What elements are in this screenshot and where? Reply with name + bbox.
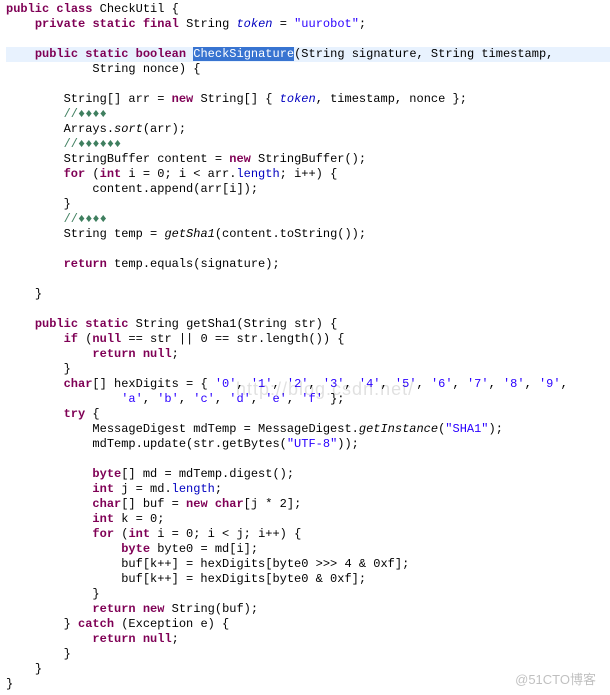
code-block: public class CheckUtil { private static … [0,0,610,692]
code-line: //♦♦♦♦♦♦ [6,137,121,151]
code-line: Arrays.sort(arr); [6,122,186,136]
code-line: return temp.equals(signature); [6,257,280,271]
code-line: } [6,587,100,601]
code-line: return new String(buf); [6,602,258,616]
code-line: int k = 0; [6,512,164,526]
code-line: MessageDigest mdTemp = MessageDigest.get… [6,422,503,436]
code-line: } [6,677,13,691]
code-line: public static String getSha1(String str)… [6,317,337,331]
code-line: public class CheckUtil { [6,2,179,16]
code-line: } [6,362,71,376]
code-line: byte[] md = mdTemp.digest(); [6,467,294,481]
selected-text: CheckSignature [193,47,294,61]
code-line: try { [6,407,100,421]
code-line: } [6,662,42,676]
code-line: return null; [6,347,179,361]
code-line: int j = md.length; [6,482,222,496]
code-line: String[] arr = new String[] { token, tim… [6,92,467,106]
code-line: } [6,197,71,211]
watermark-csdn: http://blog.csdn.net/ [236,382,414,397]
code-line: return null; [6,632,179,646]
code-line: //♦♦♦♦ [6,212,107,226]
code-line: } catch (Exception e) { [6,617,229,631]
code-line: if (null == str || 0 == str.length()) { [6,332,344,346]
code-line: String nonce) { [6,62,200,76]
highlighted-line: public static boolean CheckSignature(Str… [6,47,610,62]
code-line: String temp = getSha1(content.toString()… [6,227,366,241]
code-line: content.append(arr[i]); [6,182,258,196]
code-line: } [6,647,71,661]
code-line: private static final String token = "uur… [6,17,366,31]
code-line: mdTemp.update(str.getBytes("UTF-8")); [6,437,359,451]
code-line: buf[k++] = hexDigits[byte0 >>> 4 & 0xf]; [6,557,409,571]
code-line: char[] buf = new char[j * 2]; [6,497,301,511]
code-line: for (int i = 0; i < arr.length; i++) { [6,167,337,181]
code-line: } [6,287,42,301]
code-line: buf[k++] = hexDigits[byte0 & 0xf]; [6,572,366,586]
watermark-51cto: @51CTO博客 [515,672,596,687]
code-line: //♦♦♦♦ [6,107,107,121]
code-line: StringBuffer content = new StringBuffer(… [6,152,366,166]
code-line: for (int i = 0; i < j; i++) { [6,527,301,541]
code-line: byte byte0 = md[i]; [6,542,258,556]
